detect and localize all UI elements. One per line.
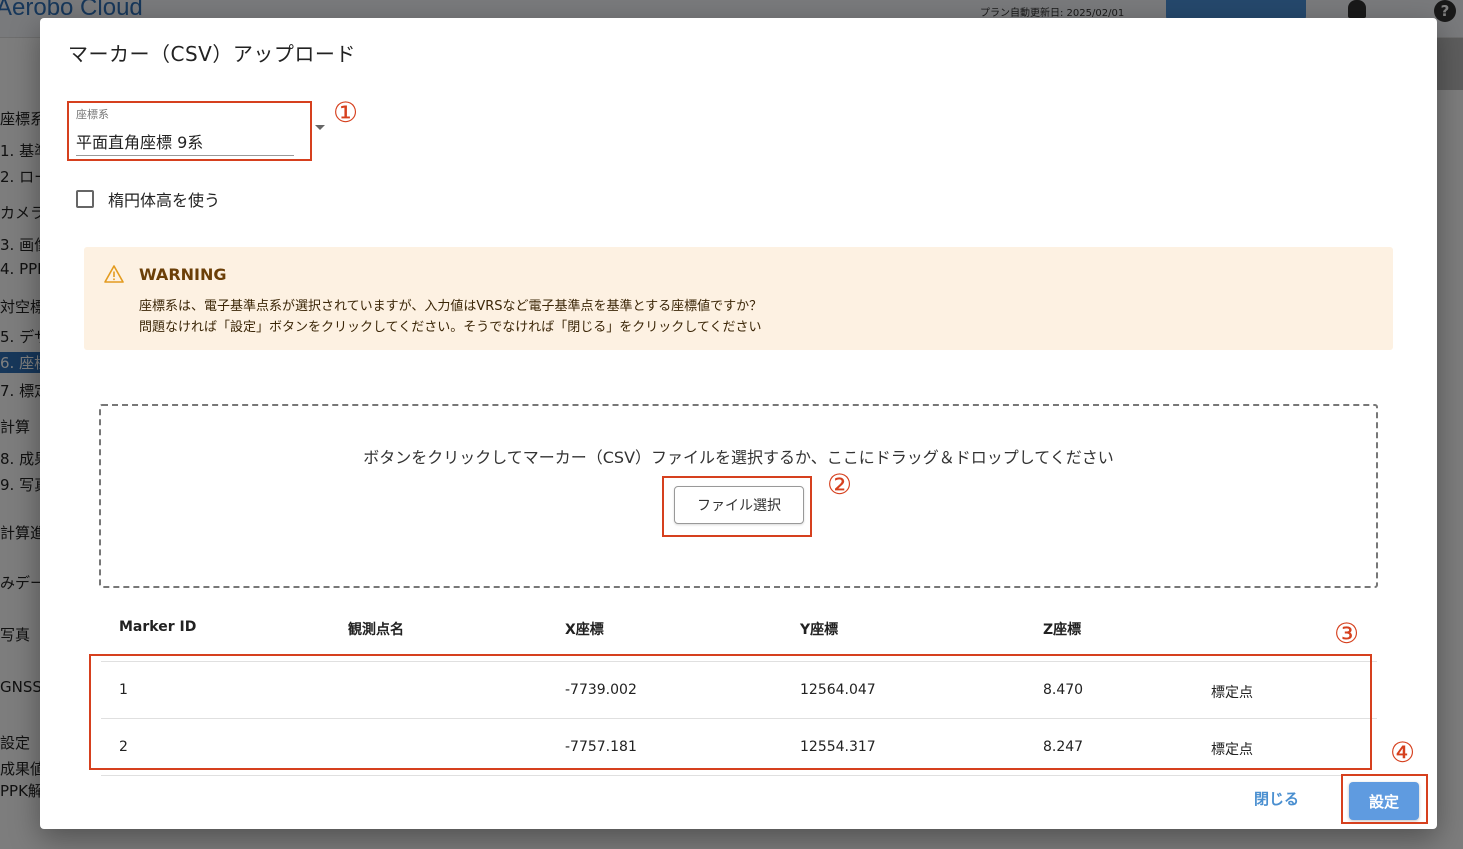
header-marker-id: Marker ID: [119, 619, 197, 635]
header-y: Y座標: [800, 622, 839, 638]
chevron-down-icon[interactable]: [315, 125, 325, 130]
table-header-row: Marker ID 観測点名 X座標 Y座標 Z座標: [101, 590, 1377, 662]
header-z: Z座標: [1043, 622, 1082, 638]
close-button[interactable]: 閉じる: [1254, 788, 1299, 809]
header-point-name: 観測点名: [348, 622, 404, 638]
header-x: X座標: [565, 622, 604, 638]
annotation-number-4: ④: [1390, 736, 1416, 769]
warning-icon: [104, 265, 124, 283]
annotation-box-1: [67, 101, 312, 161]
annotation-number-3: ③: [1334, 617, 1360, 650]
warning-message-line1: 座標系は、電子基準点系が選択されていますが、入力値はVRSなど電子基準点を基準と…: [139, 299, 763, 314]
dialog-title: マーカー（CSV）アップロード: [68, 42, 356, 66]
warning-message-line2: 問題なければ「設定」ボタンをクリックしてください。そうでなければ「閉じる」をクリ…: [139, 320, 762, 335]
annotation-box-4: [1341, 774, 1428, 824]
ellipsoid-height-label: 楕円体高を使う: [108, 191, 221, 210]
warning-alert: WARNING 座標系は、電子基準点系が選択されていますが、入力値はVRSなど電…: [84, 247, 1393, 350]
annotation-box-2: [662, 476, 812, 537]
ellipsoid-height-checkbox-row[interactable]: 楕円体高を使う: [76, 188, 220, 210]
annotation-number-2: ②: [827, 468, 853, 501]
warning-title: WARNING: [139, 265, 227, 284]
dropzone-instruction: ボタンをクリックしてマーカー（CSV）ファイルを選択するか、ここにドラッグ＆ドロ…: [363, 448, 1114, 467]
ellipsoid-height-checkbox[interactable]: [76, 190, 94, 208]
annotation-number-1: ①: [333, 96, 359, 129]
annotation-box-3: [89, 654, 1372, 770]
